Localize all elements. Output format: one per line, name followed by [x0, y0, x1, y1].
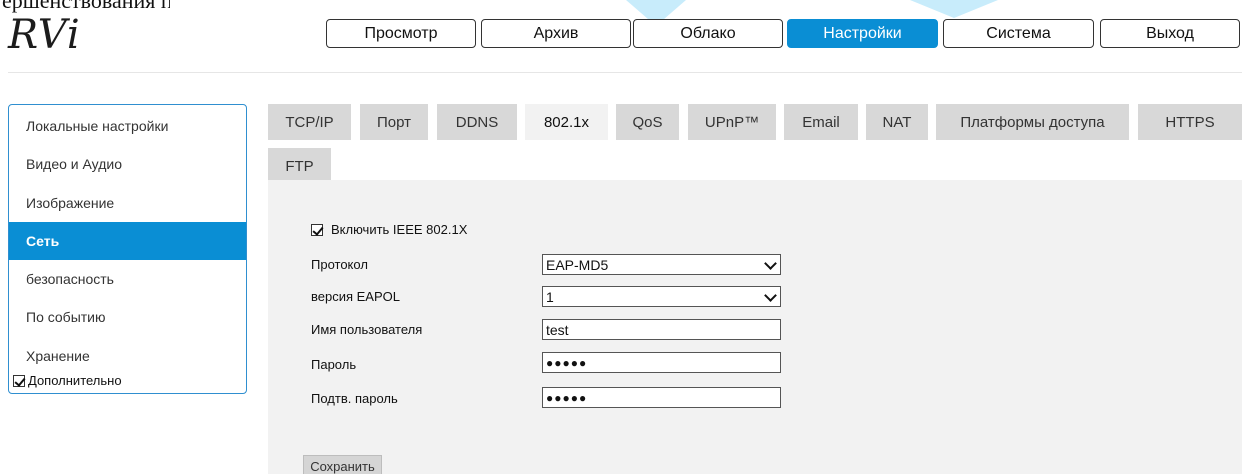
tab-qos[interactable]: QoS [616, 104, 679, 140]
eapol-version-select[interactable]: 1 [542, 286, 781, 307]
password-field[interactable]: ●●●●● [542, 352, 781, 373]
tab-8021x[interactable]: 802.1x [525, 104, 608, 140]
enable-8021x-row[interactable]: Включить IEEE 802.1X [311, 222, 467, 237]
main-nav: Просмотр Архив Облако Настройки Система … [0, 19, 1242, 49]
sidebar-item-network[interactable]: Сеть [9, 222, 246, 260]
confirm-password-field[interactable]: ●●●●● [542, 387, 781, 408]
save-button[interactable]: Сохранить [303, 455, 382, 474]
nav-view-button[interactable]: Просмотр [326, 19, 476, 48]
decorative-shape [910, 0, 998, 18]
nav-settings-button[interactable]: Настройки [787, 19, 938, 48]
tab-nat[interactable]: NAT [866, 104, 928, 140]
nav-system-button[interactable]: Система [943, 19, 1094, 48]
protocol-select[interactable]: EAP-MD5 [542, 254, 781, 275]
sidebar-item-security[interactable]: безопасность [9, 260, 246, 298]
tab-tcpip[interactable]: TCP/IP [268, 104, 351, 140]
tab-ftp[interactable]: FTP [268, 148, 331, 184]
sidebar: Локальные настройки Видео и Аудио Изобра… [8, 104, 247, 394]
tab-port[interactable]: Порт [360, 104, 428, 140]
enable-8021x-checkbox[interactable] [311, 223, 323, 236]
sidebar-item-image[interactable]: Изображение [9, 184, 246, 222]
sidebar-item-video-audio[interactable]: Видео и Аудио [9, 145, 246, 183]
advanced-toggle[interactable]: Дополнительно [13, 373, 122, 388]
eapol-version-label: версия EAPOL [311, 289, 400, 304]
username-label: Имя пользователя [311, 322, 423, 337]
sidebar-item-event[interactable]: По событию [9, 298, 246, 336]
nav-logout-button[interactable]: Выход [1100, 19, 1240, 48]
tab-upnp[interactable]: UPnP™ [688, 104, 776, 140]
tab-access-platforms[interactable]: Платформы доступа [936, 104, 1129, 140]
nav-cloud-button[interactable]: Облако [633, 19, 783, 48]
network-tabs: TCP/IP Порт DDNS 802.1x QoS UPnP™ Email … [268, 104, 1242, 184]
tab-ddns[interactable]: DDNS [437, 104, 517, 140]
sidebar-item-storage[interactable]: Хранение [9, 337, 246, 375]
chevron-down-icon [764, 257, 777, 270]
password-label: Пароль [311, 357, 357, 372]
protocol-label: Протокол [311, 257, 368, 272]
advanced-checkbox[interactable] [13, 374, 25, 387]
sidebar-item-local-settings[interactable]: Локальные настройки [9, 107, 246, 145]
header-divider [8, 72, 1242, 73]
chevron-down-icon [764, 289, 777, 302]
confirm-password-label: Подтв. пароль [311, 391, 398, 406]
username-field[interactable]: test [542, 319, 781, 340]
nav-archive-button[interactable]: Архив [481, 19, 631, 48]
tab-email[interactable]: Email [784, 104, 858, 140]
tab-https[interactable]: HTTPS [1138, 104, 1242, 140]
